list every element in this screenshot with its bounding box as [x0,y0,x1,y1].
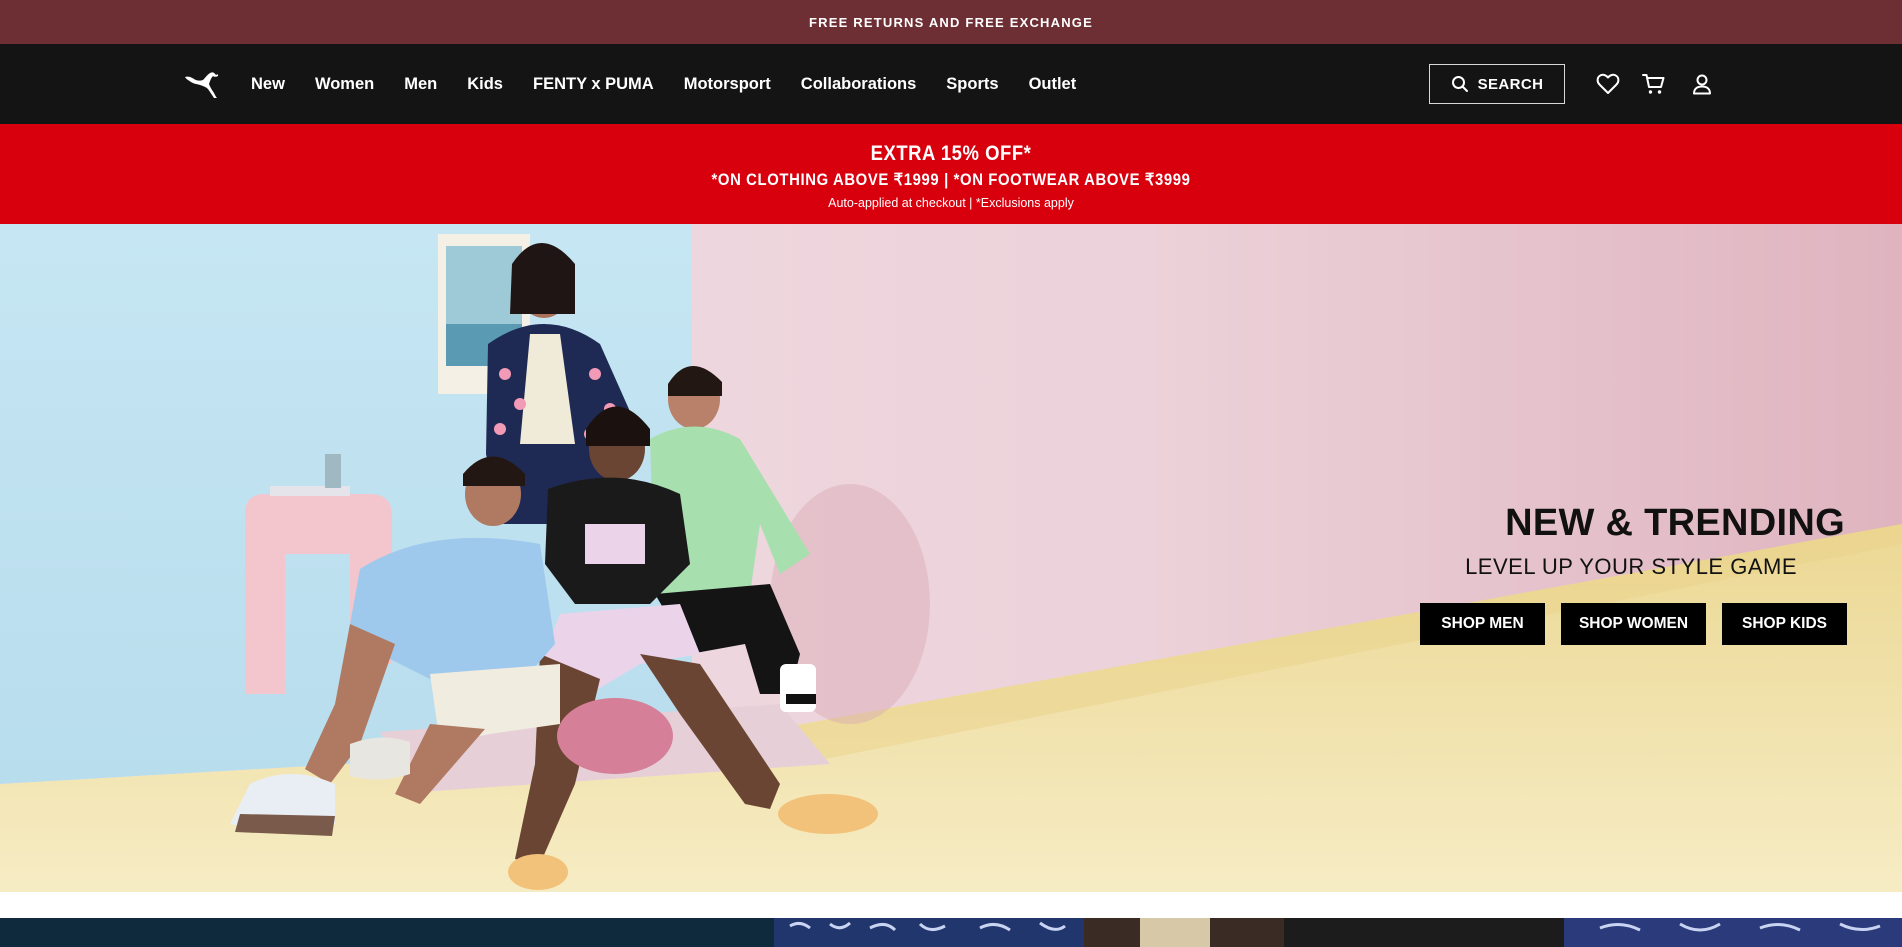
promo-note: Auto-applied at checkout | *Exclusions a… [828,196,1074,210]
account-button[interactable] [1688,70,1716,98]
hero-subtitle: LEVEL UP YOUR STYLE GAME [1465,554,1797,579]
nav-sports[interactable]: Sports [946,75,998,94]
next-banner-preview [0,918,1902,947]
nav-kids[interactable]: Kids [467,75,503,94]
shop-women-button[interactable]: SHOP WOMEN [1561,603,1706,645]
next-banner-image [0,918,1902,947]
puma-logo[interactable] [183,68,219,100]
nav-new[interactable]: New [251,75,285,94]
hero-title: NEW & TRENDING [1505,502,1845,544]
nav-fenty-x-puma[interactable]: FENTY x PUMA [533,75,654,94]
nav-men[interactable]: Men [404,75,437,94]
main-navbar: New Women Men Kids FENTY x PUMA Motorspo… [0,44,1902,124]
announcement-text: FREE RETURNS AND FREE EXCHANGE [809,14,1093,30]
promo-detail: *ON CLOTHING ABOVE ₹1999 | *ON FOOTWEAR … [711,171,1191,189]
cart-icon [1642,74,1665,94]
shop-men-button[interactable]: SHOP MEN [1420,603,1545,645]
primary-nav: New Women Men Kids FENTY x PUMA Motorspo… [251,44,1106,124]
nav-women[interactable]: Women [315,75,374,94]
promo-headline: EXTRA 15% OFF* [870,142,1032,165]
announcement-bar: FREE RETURNS AND FREE EXCHANGE [0,0,1902,44]
search-icon [1451,76,1468,92]
puma-logo-icon [185,72,218,98]
cart-button[interactable] [1640,70,1668,98]
nav-collaborations[interactable]: Collaborations [801,75,917,94]
section-gap [0,892,1902,918]
user-icon [1693,74,1711,95]
search-button[interactable]: SEARCH [1429,64,1565,104]
wishlist-button[interactable] [1594,70,1622,98]
hero-banner: NEW & TRENDING LEVEL UP YOUR STYLE GAME … [0,224,1902,892]
heart-icon [1596,73,1620,94]
promo-banner[interactable]: EXTRA 15% OFF* *ON CLOTHING ABOVE ₹1999 … [0,124,1902,224]
search-label: SEARCH [1477,75,1544,93]
shop-kids-button[interactable]: SHOP KIDS [1722,603,1847,645]
nav-outlet[interactable]: Outlet [1029,75,1077,94]
nav-motorsport[interactable]: Motorsport [684,75,771,94]
